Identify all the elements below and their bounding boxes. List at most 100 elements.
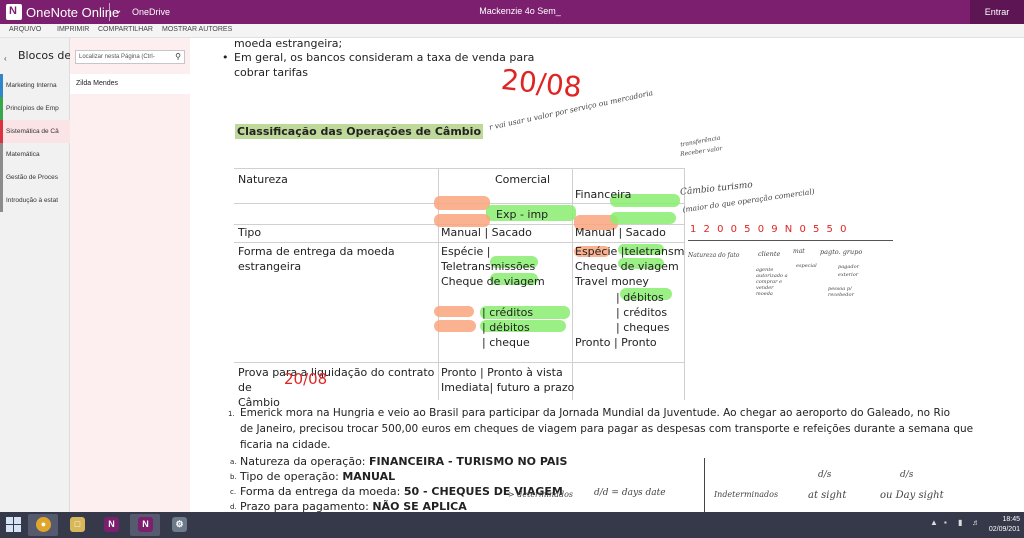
menu-compartilhar[interactable]: COMPARTILHAR	[98, 26, 153, 33]
menu-imprimir[interactable]: IMPRIMIR	[57, 26, 89, 33]
section-gestao[interactable]: Gestão de Proces	[0, 166, 70, 189]
table-border	[684, 168, 685, 400]
handwritten-note: cliente	[758, 250, 781, 258]
menu-bar: ARQUIVO IMPRIMIR COMPARTILHAR MOSTRAR AU…	[0, 24, 1024, 38]
note-line: moeda estrangeira;	[234, 38, 343, 50]
handwritten-note: Natureza do fato	[688, 252, 740, 259]
onenote-logo-icon[interactable]: N	[6, 4, 22, 20]
taskbar-chrome-button[interactable]: ●	[28, 514, 58, 536]
section-color	[0, 189, 3, 212]
section-sistematica[interactable]: Sistemática de Câ	[0, 120, 70, 143]
chevron-down-icon[interactable]: ⌄	[114, 5, 122, 16]
handwritten-date: 20/08	[499, 62, 584, 105]
list-letter: d.	[230, 503, 237, 511]
onedrive-link[interactable]: OneDrive	[132, 7, 170, 17]
table-cell: Cheque de viagem	[575, 260, 679, 273]
highlight-mark	[434, 196, 490, 210]
bullet-icon: •	[222, 51, 229, 64]
highlight-mark	[610, 212, 676, 224]
answer-value: NÃO SE APLICA	[372, 500, 467, 512]
table-cell: | cheques	[616, 321, 670, 334]
handwritten-note: pagador	[838, 264, 859, 270]
battery-icon[interactable]: ▮	[958, 518, 962, 527]
app-name[interactable]: OneNote Online	[26, 5, 119, 20]
table-cell: Tipo	[238, 226, 262, 239]
note-line: cobrar tarifas	[234, 66, 309, 79]
section-color	[0, 120, 3, 143]
table-border	[572, 168, 573, 400]
taskbar-onenote-button[interactable]: N	[96, 514, 126, 536]
taskbar-app-button[interactable]: ⚙	[164, 514, 194, 536]
table-cell: | créditos	[616, 306, 668, 319]
table-border	[234, 362, 684, 363]
menu-mostrar-autores[interactable]: MOSTRAR AUTORES	[162, 26, 232, 33]
folder-icon: □	[70, 517, 85, 532]
table-cell: Pronto | Pronto	[575, 336, 657, 349]
search-icon[interactable]: ⚲	[175, 51, 181, 63]
table-cell: | cheque	[482, 336, 530, 349]
handwritten-date: 20/08	[284, 370, 328, 388]
section-marketing[interactable]: Marketing Interna	[0, 74, 70, 97]
table-cell: Forma de entrega da moeda	[238, 245, 395, 258]
list-letter: a.	[230, 458, 237, 466]
arrow-left-icon: ‹	[4, 54, 7, 63]
handwritten-note: ou Day sight	[880, 490, 944, 501]
section-color	[0, 143, 3, 166]
handwritten-note: exterior	[838, 272, 859, 278]
handwritten-line	[704, 458, 705, 512]
volume-icon[interactable]: ♬	[972, 518, 980, 527]
table-cell: Espécie |	[441, 245, 491, 258]
handwritten-note: > determinados	[508, 490, 573, 499]
chevron-up-icon[interactable]: ▲	[930, 518, 938, 527]
signin-button[interactable]: Entrar	[970, 0, 1024, 24]
windows-start-icon[interactable]	[6, 517, 22, 533]
handwritten-note: at sight	[808, 490, 847, 501]
table-cell: Manual | Sacado	[575, 226, 666, 239]
page-item[interactable]: Zilda Mendes	[70, 74, 190, 94]
handwritten-note: agente autorizado a comprar e vender moe…	[756, 267, 788, 297]
clock[interactable]: 18:45 02/09/201	[989, 515, 1020, 535]
handwritten-note: pessoa p/ recebedor	[828, 286, 854, 298]
onenote-icon: N	[138, 517, 153, 532]
note-paragraph: ficaria na cidade.	[240, 439, 331, 451]
handwritten-note: pagto. grupo	[820, 248, 863, 256]
list-number: 1.	[228, 410, 235, 418]
table-border	[234, 242, 684, 243]
table-cell: estrangeira	[238, 260, 302, 273]
handwritten-note: d/s	[818, 470, 832, 480]
answer-line: Natureza da operação: FINANCEIRA - TURIS…	[240, 455, 568, 468]
section-introducao[interactable]: Introdução à estat	[0, 189, 70, 212]
onenote-icon: N	[104, 517, 119, 532]
table-cell: Travel money	[575, 275, 649, 288]
note-line: Em geral, os bancos consideram a taxa de…	[234, 51, 535, 64]
handwritten-code: 1 2 0 0 5 0 9 N 0 5 5 0	[690, 224, 849, 235]
handwritten-note: especial	[796, 263, 817, 269]
table-cell: Pronto | Pronto à vista	[441, 366, 563, 379]
table-cell: Espécie |teletransm	[575, 245, 685, 258]
note-canvas[interactable]: moeda estrangeira; • Em geral, os bancos…	[190, 38, 1024, 512]
handwritten-note: Câmbio turismo	[679, 180, 754, 198]
answer-line: Prazo para pagamento: NÃO SE APLICA	[240, 500, 467, 512]
section-color	[0, 97, 3, 120]
table-cell: Manual | Sacado	[441, 226, 532, 239]
table-cell: Financeira	[575, 188, 632, 201]
answer-value: MANUAL	[342, 470, 396, 483]
table-cell: Teletransmissões	[441, 260, 536, 273]
section-principios[interactable]: Princípios de Emp	[0, 97, 70, 120]
answer-value: FINANCEIRA - TURISMO NO PAIS	[369, 455, 568, 468]
taskbar-onenote2-button[interactable]: N	[130, 514, 160, 536]
note-paragraph: de Janeiro, precisou trocar 500,00 euros…	[240, 423, 974, 435]
divider	[109, 3, 110, 21]
search-input[interactable]: Localizar nesta Página (Ctrl- ⚲	[75, 50, 185, 64]
handwritten-line	[688, 240, 893, 241]
menu-arquivo[interactable]: ARQUIVO	[9, 26, 41, 33]
taskbar-explorer-button[interactable]: □	[62, 514, 92, 536]
section-heading: Classificação das Operações de Câmbio	[235, 124, 484, 139]
sections-pane: ‹ Blocos de Anotações Marketing Interna …	[0, 38, 132, 512]
network-icon[interactable]: ▪	[944, 518, 947, 527]
section-matematica[interactable]: Matemática	[0, 143, 70, 166]
answer-line: Tipo de operação: MANUAL	[240, 470, 396, 483]
app-title-bar: N OneNote Online ⌄ OneDrive Mackenzie 4o…	[0, 0, 1024, 24]
table-cell: Cheque de viagem	[441, 275, 545, 288]
taskbar: ● □ N N ⚙ ▲ ▪ ▮ ♬ 18:45 02/09/201	[0, 512, 1024, 538]
